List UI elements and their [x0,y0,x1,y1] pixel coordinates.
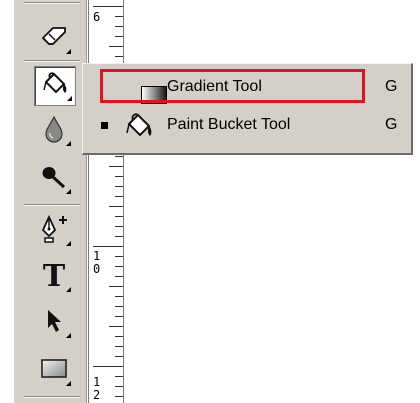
ruler-tick [93,6,123,7]
water-drop-icon [42,115,66,147]
toolbox-panel: T [14,0,87,403]
path-selection-tool-button[interactable] [34,304,74,342]
tool-flyout-corner [66,381,71,386]
ruler-tick [115,306,123,307]
ruler-label: 2 [93,388,101,402]
paint-bucket-tool-button[interactable] [34,66,76,106]
blur-tool-button[interactable] [34,112,74,150]
ruler-tick [115,356,123,357]
ruler-tick [115,216,123,217]
ruler-tick [115,156,123,157]
ruler-tick [115,176,123,177]
ruler-label: 1 [93,375,101,389]
ruler-tick [115,226,123,227]
tool-flyout-corner [66,333,71,338]
menu-item-label: Paint Bucket Tool [167,116,291,133]
toolbox-divider [24,204,80,206]
ruler-label: 1 [93,249,101,263]
ruler-tick [115,236,123,237]
ruler-label: 0 [93,262,101,276]
ruler-tick [115,336,123,337]
ruler-tick [93,366,123,367]
ruler-tick [109,286,123,287]
tool-flyout-corner [66,141,71,146]
ruler-tick [115,386,123,387]
ruler-tick [109,206,123,207]
ruler-tick [115,26,123,27]
menu-item-shortcut: G [385,78,398,95]
paint-bucket-icon [121,111,157,145]
ruler-tick [115,266,123,267]
menu-item-paint-bucket-tool[interactable]: Paint Bucket Tool G [95,110,407,142]
ruler-tick [115,316,123,317]
menu-item-shortcut: G [385,116,398,133]
tool-flyout-corner [66,241,71,246]
tool-flyout-corner [67,96,72,101]
dodge-tool-button[interactable] [34,160,74,198]
ruler-tick [115,256,123,257]
eraser-icon [40,26,68,52]
gradient-tool-highlight [100,69,365,103]
tool-flyout-corner [66,189,71,194]
ruler-tick [115,296,123,297]
ruler-tick [109,46,123,47]
ruler-tick [109,166,123,167]
tool-flyout-corner [66,49,71,54]
toolbox-divider [24,2,80,4]
ruler-tick [115,16,123,17]
ruler-label: 6 [93,10,101,24]
ruler-tick [115,36,123,37]
active-tool-bullet [101,122,108,129]
tool-flyout-corner [66,287,71,292]
ruler-tick [115,396,123,397]
ruler-tick [115,376,123,377]
ruler-tick [115,346,123,347]
eraser-tool-button[interactable] [34,20,74,58]
type-tool-button[interactable]: T [34,258,74,296]
paint-bucket-icon [40,70,70,102]
vertical-ruler: 6 1 0 1 2 [88,0,124,403]
pen-plus-icon [39,214,69,248]
ruler-tick [115,196,123,197]
toolbox-divider [24,396,80,398]
arrow-icon [42,308,66,338]
ruler-tick [115,276,123,277]
rectangle-icon [39,357,69,385]
ruler-tick [109,326,123,327]
ruler-tick [93,246,123,247]
ruler-tick [115,56,123,57]
tool-flyout-menu: Gradient Tool G Paint Bucket Tool G [82,63,413,155]
dodge-icon [40,164,68,194]
ruler-tick [115,186,123,187]
pen-tool-button[interactable] [34,212,74,250]
rectangle-tool-button[interactable] [34,352,74,390]
type-icon: T [42,259,66,294]
toolbox-divider [24,60,80,62]
